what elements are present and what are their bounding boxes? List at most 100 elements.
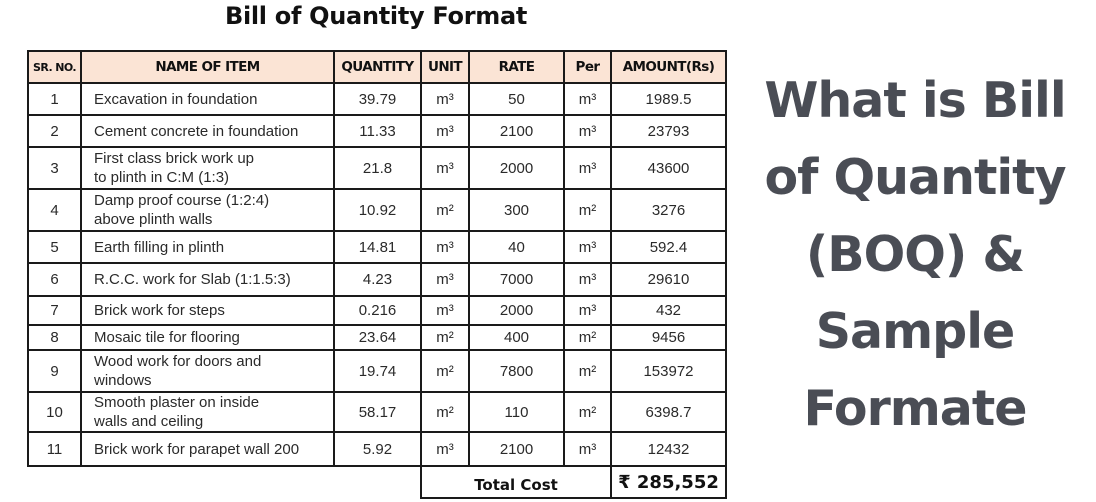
- cell-unit: m³: [420, 295, 470, 326]
- cell-sr-no: 10: [27, 391, 82, 433]
- cell-item-name: Earth filling in plinth: [80, 230, 335, 264]
- cell-per: m³: [563, 431, 612, 467]
- table-row: 7 Brick work for steps 0.216 m³ 2000 m³ 432: [27, 295, 727, 326]
- cell-quantity: 10.92: [333, 188, 422, 232]
- cell-rate: 2100: [468, 114, 565, 148]
- table-row: 2 Cement concrete in foundation 11.33 m³ 210…: [27, 114, 727, 148]
- cell-quantity: 5.92: [333, 431, 422, 467]
- table-row: 8 Mosaic tile for flooring 23.64 m² 400 m² 945…: [27, 324, 727, 351]
- cell-rate: 400: [468, 324, 565, 351]
- item-name-line: R.C.C. work for Slab (1:1.5:3): [94, 271, 291, 288]
- total-cost-label: Total Cost: [420, 465, 612, 499]
- cell-amount: 1989.5: [610, 82, 727, 116]
- cell-amount: 9456: [610, 324, 727, 351]
- header-per: Per: [563, 50, 612, 84]
- cell-amount: 29610: [610, 262, 727, 297]
- table-row: 4 Damp proof course (1:2:4) above plinth w…: [27, 188, 727, 232]
- table-row: 1 Excavation in foundation 39.79 m³ 50 m³ 1989…: [27, 82, 727, 116]
- cell-item-name: Damp proof course (1:2:4) above plinth wa…: [80, 188, 335, 232]
- cell-item-name: Smooth plaster on inside walls and ceili…: [80, 391, 335, 433]
- side-heading-line: of Quantity: [764, 149, 1066, 206]
- cell-per: m²: [563, 188, 612, 232]
- item-name-line: Earth filling in plinth: [94, 238, 225, 256]
- cell-per: m³: [563, 114, 612, 148]
- cell-rate: 2100: [468, 431, 565, 467]
- cell-amount: 6398.7: [610, 391, 727, 433]
- cell-rate: 7000: [468, 262, 565, 297]
- cell-item-name: Brick work for parapet wall 200: [80, 431, 335, 467]
- item-name-line: Damp proof course (1:2:4): [94, 192, 270, 209]
- table-header-row: SR. NO. NAME OF ITEM QUANTITY UNIT RATE …: [27, 50, 727, 84]
- cell-unit: m²: [420, 188, 470, 232]
- item-name-line: Brick work for steps: [94, 302, 225, 319]
- item-name-line: Cement concrete in foundation: [94, 122, 299, 140]
- table-row: 3 First class brick work up to plinth in C…: [27, 146, 727, 190]
- cell-amount: 12432: [610, 431, 727, 467]
- cell-per: m³: [563, 262, 612, 297]
- cell-quantity: 21.8: [333, 146, 422, 190]
- cell-amount: 23793: [610, 114, 727, 148]
- cell-quantity: 4.23: [333, 262, 422, 297]
- cell-sr-no: 11: [27, 431, 82, 467]
- cell-per: m³: [563, 146, 612, 190]
- item-name-line: above plinth walls: [94, 211, 213, 228]
- header-name-of-item: NAME OF ITEM: [80, 50, 335, 84]
- cell-unit: m³: [420, 230, 470, 264]
- cell-item-name: Mosaic tile for flooring: [80, 324, 335, 351]
- cell-unit: m²: [420, 324, 470, 351]
- cell-per: m³: [563, 82, 612, 116]
- cell-amount: 432: [610, 295, 727, 326]
- cell-item-name: Brick work for steps: [80, 295, 335, 326]
- header-quantity: QUANTITY: [333, 50, 422, 84]
- item-name-line: Excavation in foundation: [94, 90, 258, 108]
- header-sr-no: SR. NO.: [27, 50, 82, 84]
- cell-quantity: 23.64: [333, 324, 422, 351]
- cell-quantity: 39.79: [333, 82, 422, 116]
- cell-quantity: 14.81: [333, 230, 422, 264]
- cell-item-name: Excavation in foundation: [80, 82, 335, 116]
- cell-sr-no: 9: [27, 349, 82, 393]
- side-heading-line: (BOQ) &: [805, 226, 1025, 283]
- item-name-line: Smooth plaster on inside: [94, 394, 260, 411]
- item-name-line: Wood work for doors and: [94, 353, 262, 370]
- cell-sr-no: 1: [27, 82, 82, 116]
- cell-sr-no: 6: [27, 262, 82, 297]
- cell-sr-no: 8: [27, 324, 82, 351]
- item-name-line: windows: [94, 372, 152, 389]
- table-row: 9 Wood work for doors and windows 19.74 m² 78…: [27, 349, 727, 393]
- cell-per: m³: [563, 295, 612, 326]
- cell-quantity: 0.216: [333, 295, 422, 326]
- side-heading: What is Bill of Quantity (BOQ) & Sample …: [745, 62, 1085, 447]
- cell-rate: 40: [468, 230, 565, 264]
- item-name-line: Brick work for parapet wall 200: [94, 440, 300, 458]
- cell-unit: m³: [420, 431, 470, 467]
- item-name-line: First class brick work up: [94, 150, 255, 167]
- cell-rate: 110: [468, 391, 565, 433]
- cell-amount: 3276: [610, 188, 727, 232]
- document-title: Bill of Quantity Format: [224, 2, 528, 30]
- cell-item-name: First class brick work up to plinth in C:…: [80, 146, 335, 190]
- cell-unit: m³: [420, 82, 470, 116]
- cell-sr-no: 7: [27, 295, 82, 326]
- item-name-line: Mosaic tile for flooring: [94, 329, 240, 346]
- total-row: Total Cost ₹ 285,552: [28, 465, 727, 499]
- boq-table: SR. NO. NAME OF ITEM QUANTITY UNIT RATE …: [27, 50, 727, 499]
- cell-quantity: 11.33: [333, 114, 422, 148]
- cell-rate: 50: [468, 82, 565, 116]
- cell-sr-no: 3: [27, 146, 82, 190]
- side-heading-line: What is Bill: [764, 72, 1066, 129]
- header-amount: AMOUNT(Rs): [610, 50, 727, 84]
- cell-unit: m²: [420, 349, 470, 393]
- table-row: 6 R.C.C. work for Slab (1:1.5:3) 4.23 m³ 700…: [27, 262, 727, 297]
- table-row: 5 Earth filling in plinth 14.81 m³ 40 m³ 592.4: [27, 230, 727, 264]
- cell-amount: 43600: [610, 146, 727, 190]
- cell-quantity: 19.74: [333, 349, 422, 393]
- cell-unit: m³: [420, 146, 470, 190]
- cell-rate: 2000: [468, 146, 565, 190]
- cell-item-name: R.C.C. work for Slab (1:1.5:3): [80, 262, 335, 297]
- cell-unit: m³: [420, 262, 470, 297]
- cell-per: m²: [563, 324, 612, 351]
- side-heading-line: Formate: [803, 380, 1027, 437]
- header-rate: RATE: [468, 50, 565, 84]
- cell-sr-no: 2: [27, 114, 82, 148]
